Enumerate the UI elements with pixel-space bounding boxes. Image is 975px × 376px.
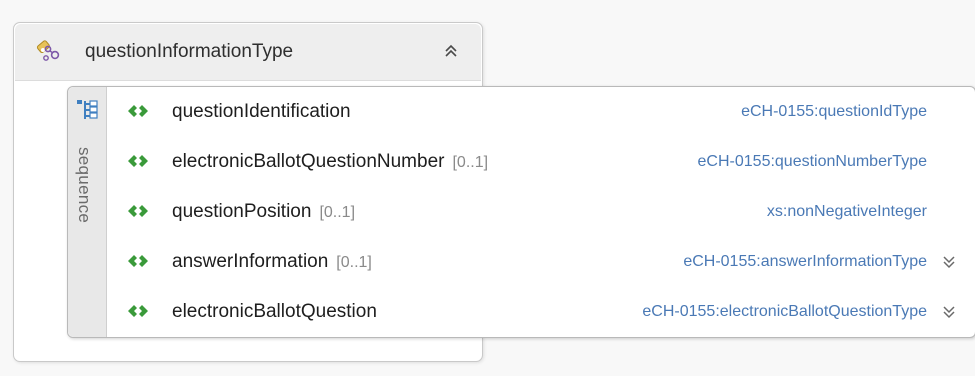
element-name-text: questionIdentification bbox=[172, 101, 351, 122]
sequence-label: sequence bbox=[75, 147, 94, 224]
element-row[interactable]: answerInformation [0..1] eCH-0155:answerI… bbox=[106, 237, 975, 287]
element-occurrence: [0..1] bbox=[452, 154, 489, 171]
element-row[interactable]: questionIdentification eCH-0155:question… bbox=[106, 87, 975, 137]
element-type-link[interactable]: eCH-0155:answerInformationType bbox=[683, 253, 927, 271]
element-icon bbox=[128, 105, 148, 117]
element-row[interactable]: questionPosition [0..1] xs:nonNegativeInt… bbox=[106, 187, 975, 237]
element-row[interactable]: electronicBallotQuestion eCH-0155:electr… bbox=[106, 287, 975, 337]
schema-diagram-canvas: questionInformationType sequence questio… bbox=[0, 0, 975, 376]
element-name: questionIdentification bbox=[172, 101, 359, 123]
element-icon bbox=[128, 305, 148, 317]
element-type-link[interactable]: eCH-0155:questionNumberType bbox=[698, 153, 927, 171]
element-name: answerInformation [0..1] bbox=[172, 251, 372, 273]
element-icon bbox=[128, 155, 148, 167]
element-type-link[interactable]: xs:nonNegativeInteger bbox=[767, 203, 927, 221]
element-row[interactable]: electronicBallotQuestionNumber [0..1] eCH… bbox=[106, 137, 975, 187]
double-chevron-down-icon[interactable] bbox=[941, 303, 957, 321]
element-name: questionPosition [0..1] bbox=[172, 201, 355, 223]
element-name-text: answerInformation bbox=[172, 251, 329, 272]
sequence-icon bbox=[77, 100, 98, 119]
element-name: electronicBallotQuestion bbox=[172, 301, 385, 323]
element-type-link[interactable]: eCH-0155:electronicBallotQuestionType bbox=[642, 303, 927, 321]
double-chevron-down-icon[interactable] bbox=[941, 253, 957, 271]
complex-type-icon bbox=[36, 40, 60, 61]
element-name-text: electronicBallotQuestion bbox=[172, 301, 377, 322]
element-occurrence: [0..1] bbox=[319, 204, 356, 221]
element-name: electronicBallotQuestionNumber [0..1] bbox=[172, 151, 488, 173]
element-name-text: electronicBallotQuestionNumber bbox=[172, 151, 445, 172]
complex-type-header[interactable]: questionInformationType bbox=[15, 24, 481, 81]
element-icon bbox=[128, 205, 148, 217]
element-name-text: questionPosition bbox=[172, 201, 312, 222]
element-type-link[interactable]: eCH-0155:questionIdType bbox=[741, 103, 927, 121]
sequence-panel: sequence questionIdentification eCH-0155… bbox=[67, 86, 975, 338]
element-icon bbox=[128, 255, 148, 267]
sequence-strip[interactable]: sequence bbox=[68, 87, 107, 337]
element-occurrence: [0..1] bbox=[336, 254, 372, 271]
double-chevron-up-icon[interactable] bbox=[442, 42, 460, 60]
complex-type-title: questionInformationType bbox=[85, 41, 294, 62]
